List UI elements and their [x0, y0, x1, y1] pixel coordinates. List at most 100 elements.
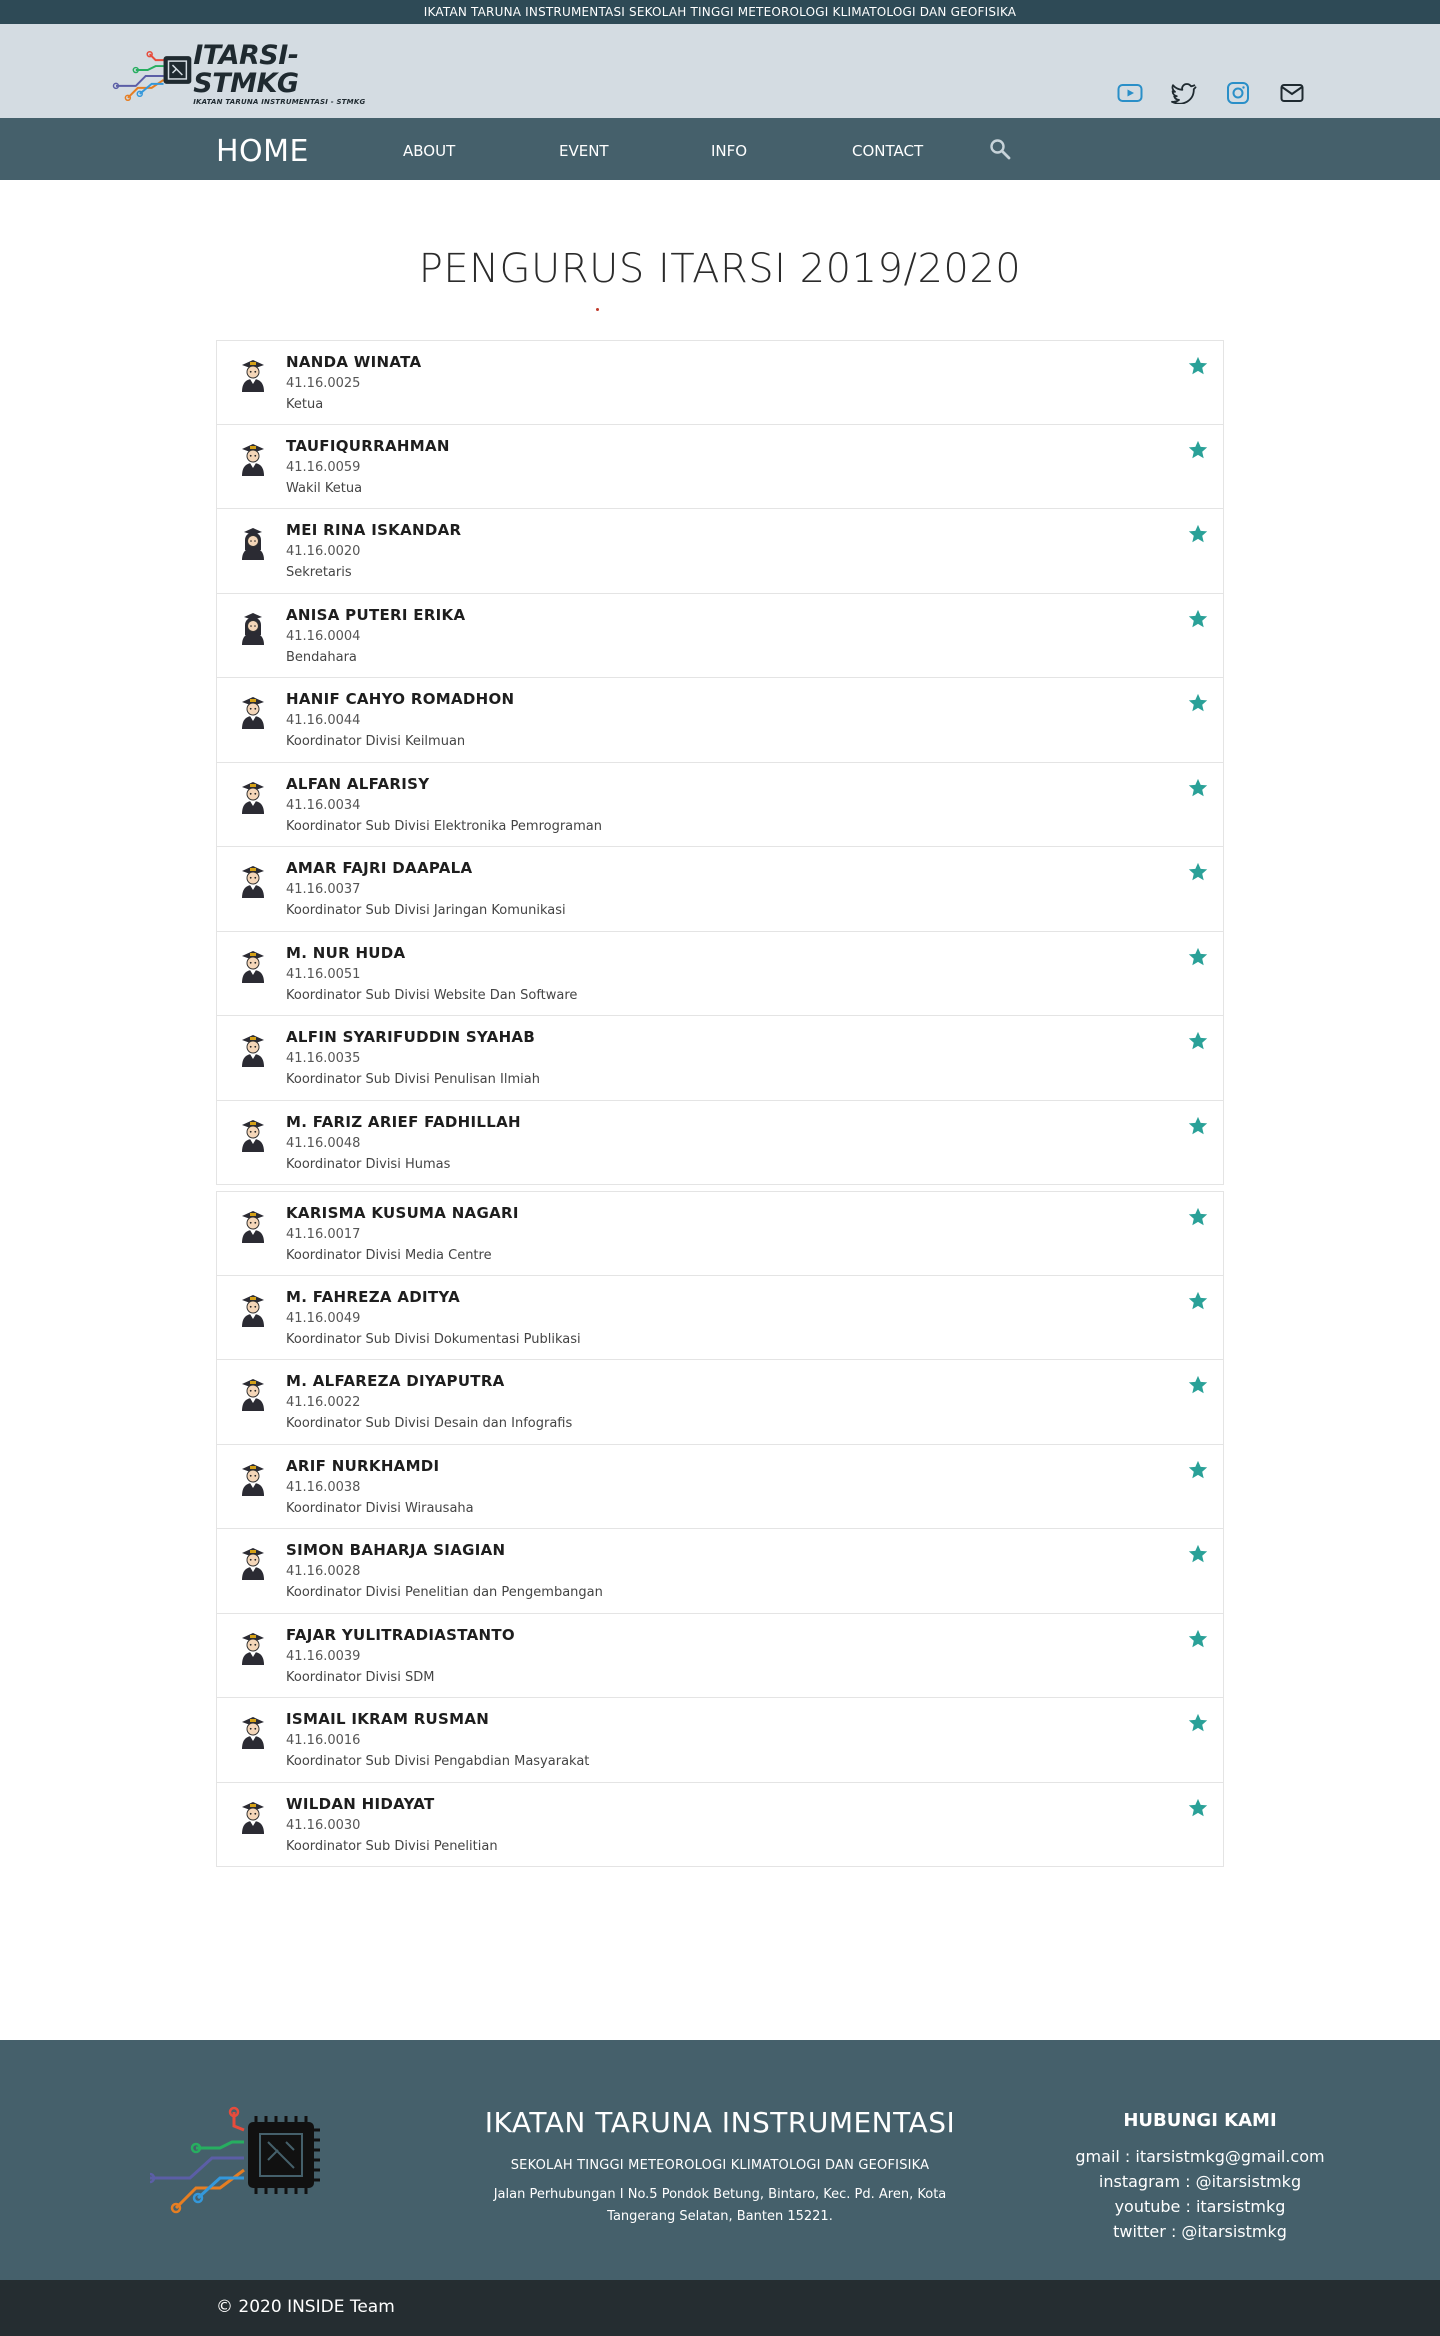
search-icon[interactable] — [989, 138, 1011, 164]
circuit-chip-logo-icon — [112, 50, 192, 102]
avatar-icon — [237, 947, 269, 983]
member-card[interactable]: NANDA WINATA 41.16.0025 Ketua — [216, 340, 1224, 425]
member-nim: 41.16.0030 — [286, 1817, 361, 1833]
member-card[interactable]: ALFAN ALFARISY 41.16.0034 Koordinator Sub … — [216, 762, 1224, 847]
contact-instagram[interactable]: instagram : @itarsistmkg — [1060, 2169, 1340, 2194]
star-icon[interactable] — [1187, 861, 1209, 883]
member-name: KARISMA KUSUMA NAGARI — [286, 1204, 519, 1222]
avatar-icon — [237, 1798, 269, 1834]
star-icon[interactable] — [1187, 946, 1209, 968]
member-role: Koordinator Sub Divisi Penulisan Ilmiah — [286, 1072, 540, 1087]
nav-about-link[interactable]: ABOUT — [403, 142, 455, 160]
avatar-icon — [237, 356, 269, 392]
member-role: Koordinator Sub Divisi Desain dan Infogr… — [286, 1416, 573, 1431]
member-card[interactable]: M. FAHREZA ADITYA 41.16.0049 Koordinator S… — [216, 1275, 1224, 1360]
contact-heading: HUBUNGI KAMI — [1123, 2110, 1277, 2131]
member-card[interactable]: ARIF NURKHAMDI 41.16.0038 Koordinator Divi… — [216, 1444, 1224, 1529]
member-role: Wakil Ketua — [286, 480, 363, 496]
star-icon[interactable] — [1187, 1797, 1209, 1819]
contact-youtube[interactable]: youtube : itarsistmkg — [1060, 2194, 1340, 2219]
copyright-text: © 2020 INSIDE Team — [216, 2297, 395, 2317]
star-icon[interactable] — [1187, 1543, 1209, 1565]
instagram-icon[interactable] — [1222, 80, 1254, 106]
member-nim: 41.16.0059 — [286, 459, 361, 475]
footer-circuit-chip-logo-icon — [144, 2100, 340, 2224]
star-icon[interactable] — [1187, 777, 1209, 799]
member-card[interactable]: ALFIN SYARIFUDDIN SYAHAB 41.16.0035 Koordi… — [216, 1016, 1224, 1101]
member-nim: 41.16.0028 — [286, 1564, 361, 1579]
star-icon[interactable] — [1187, 1628, 1209, 1650]
star-icon[interactable] — [1187, 608, 1209, 630]
member-role: Koordinator Divisi Wirausaha — [286, 1500, 474, 1516]
member-nim: 41.16.0025 — [286, 376, 361, 391]
member-nim: 41.16.0020 — [286, 544, 361, 559]
member-name: ALFAN ALFARISY — [286, 774, 430, 793]
member-card[interactable]: ISMAIL IKRAM RUSMAN 41.16.0016 Koordinator… — [216, 1698, 1224, 1783]
member-card[interactable]: HANIF CAHYO ROMADHON 41.16.0044 Koordinato… — [216, 678, 1224, 763]
brand-header: ITARSI-STMKG IKATAN TARUNA INSTRUMENTASI… — [0, 24, 1440, 118]
footer-title: IKATAN TARUNA INSTRUMENTASI — [484, 2106, 956, 2139]
star-icon[interactable] — [1187, 523, 1209, 545]
main-navbar: HOME ABOUT EVENT INFO CONTACT — [0, 118, 1440, 180]
star-icon[interactable] — [1187, 1374, 1209, 1396]
member-nim: 41.16.0044 — [286, 713, 361, 728]
member-card[interactable]: TAUFIQURRAHMAN 41.16.0059 Wakil Ketua — [216, 424, 1224, 509]
avatar-icon — [237, 1460, 269, 1496]
star-icon[interactable] — [1187, 1206, 1209, 1228]
star-icon[interactable] — [1187, 692, 1209, 714]
main-content: PENGURUS ITARSI 2019/2020 NANDA WINATA 41… — [0, 180, 1440, 2040]
avatar-icon — [237, 778, 269, 814]
member-card[interactable]: SIMON BAHARJA SIAGIAN 41.16.0028 Koordinat… — [216, 1529, 1224, 1614]
member-name: M. FARIZ ARIEF FADHILLAH — [286, 1112, 521, 1131]
star-icon[interactable] — [1187, 439, 1209, 461]
star-icon[interactable] — [1187, 1115, 1209, 1137]
member-role: Koordinator Divisi SDM — [286, 1669, 435, 1685]
star-icon[interactable] — [1187, 355, 1209, 377]
member-name: FAJAR YULITRADIASTANTO — [286, 1625, 515, 1644]
member-role: Koordinator Divisi Keilmuan — [286, 734, 466, 749]
youtube-icon[interactable] — [1114, 80, 1146, 106]
avatar-icon — [237, 524, 269, 560]
footer-subtitle: SEKOLAH TINGGI METEOROLOGI KLIMATOLOGI D… — [510, 2158, 930, 2173]
member-card[interactable]: AMAR FAJRI DAAPALA 41.16.0037 Koordinator … — [216, 847, 1224, 932]
avatar-icon — [237, 1207, 269, 1243]
footer-address: Jalan Perhubungan I No.5 Pondok Betung, … — [493, 2187, 947, 2224]
member-card[interactable]: ANISA PUTERI ERIKA 41.16.0004 Bendahara — [216, 593, 1224, 678]
member-card[interactable]: WILDAN HIDAYAT 41.16.0030 Koordinator Sub … — [216, 1782, 1224, 1867]
logo-subtitle: IKATAN TARUNA INSTRUMENTASI - STMKG — [193, 98, 366, 106]
avatar-icon — [237, 1629, 269, 1665]
contact-twitter[interactable]: twitter : @itarsistmkg — [1060, 2219, 1340, 2244]
member-card[interactable]: MEI RINA ISKANDAR 41.16.0020 Sekretaris — [216, 509, 1224, 594]
member-nim: 41.16.0038 — [286, 1479, 361, 1495]
site-logo[interactable]: ITARSI-STMKG IKATAN TARUNA INSTRUMENTASI… — [112, 42, 402, 106]
nav-info-link[interactable]: INFO — [711, 142, 747, 160]
star-icon[interactable] — [1187, 1290, 1209, 1312]
avatar-icon — [237, 1291, 269, 1327]
avatar-icon — [237, 609, 269, 645]
member-card[interactable]: KARISMA KUSUMA NAGARI 41.16.0017 Koordinat… — [216, 1191, 1224, 1276]
star-icon[interactable] — [1187, 1030, 1209, 1052]
star-icon[interactable] — [1187, 1459, 1209, 1481]
contact-list: gmail : itarsistmkg@gmail.com instagram … — [1060, 2144, 1340, 2244]
member-nim: 41.16.0016 — [286, 1733, 361, 1748]
member-card[interactable]: M. ALFAREZA DIYAPUTRA 41.16.0022 Koordinat… — [216, 1360, 1224, 1445]
top-announcement-bar: IKATAN TARUNA INSTRUMENTASI SEKOLAH TING… — [0, 0, 1440, 24]
twitter-icon[interactable] — [1168, 80, 1200, 106]
member-name: M. ALFAREZA DIYAPUTRA — [286, 1372, 505, 1390]
member-name: M. FAHREZA ADITYA — [286, 1287, 461, 1306]
member-nim: 41.16.0034 — [286, 797, 361, 813]
member-card[interactable]: M. NUR HUDA 41.16.0051 Koordinator Sub Div… — [216, 931, 1224, 1016]
member-nim: 41.16.0049 — [286, 1310, 361, 1326]
star-icon[interactable] — [1187, 1712, 1209, 1734]
nav-home-link[interactable]: HOME — [216, 134, 309, 169]
contact-gmail[interactable]: gmail : itarsistmkg@gmail.com — [1060, 2144, 1340, 2169]
member-name: TAUFIQURRAHMAN — [286, 436, 450, 455]
page-title: PENGURUS ITARSI 2019/2020 — [418, 246, 1022, 292]
nav-contact-link[interactable]: CONTACT — [852, 142, 923, 160]
mail-icon[interactable] — [1276, 80, 1308, 106]
member-card[interactable]: FAJAR YULITRADIASTANTO 41.16.0039 Koordina… — [216, 1613, 1224, 1698]
avatar-icon — [237, 1031, 269, 1067]
nav-event-link[interactable]: EVENT — [559, 142, 609, 160]
member-nim: 41.16.0022 — [286, 1395, 361, 1410]
member-card[interactable]: M. FARIZ ARIEF FADHILLAH 41.16.0048 Koordi… — [216, 1100, 1224, 1185]
